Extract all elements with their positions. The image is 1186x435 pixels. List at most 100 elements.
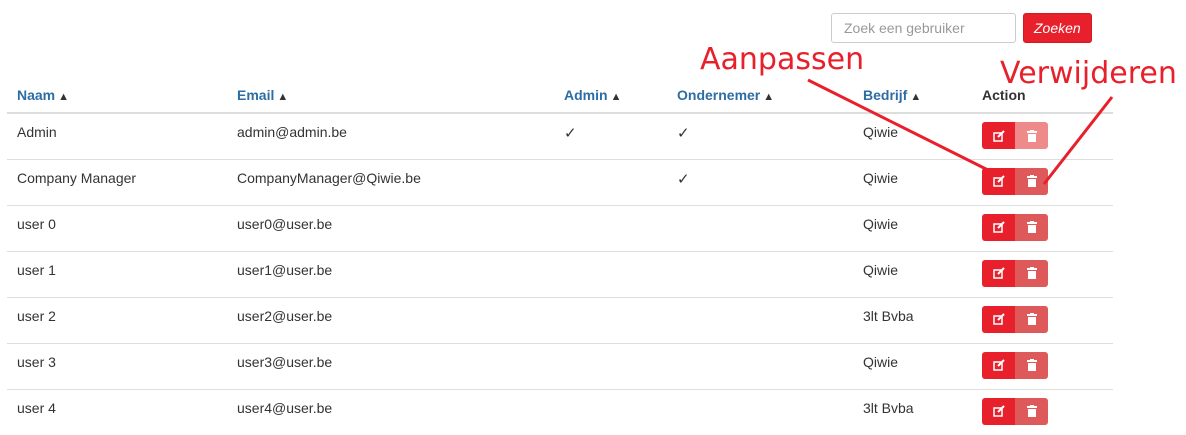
cell-action <box>972 250 1113 297</box>
edit-icon <box>992 405 1005 417</box>
cell-action <box>972 113 1113 159</box>
table-header-row: Naam ▲︎ Email ▲︎ Admin ▲︎ Ondernemer ▲︎ Bedr… <box>7 78 1113 114</box>
cell-email: user3@user.be <box>227 342 554 389</box>
delete-button[interactable] <box>1015 305 1048 333</box>
trash-icon <box>1026 405 1037 417</box>
search-input[interactable] <box>831 13 1016 43</box>
cell-bedrijf: Qiwie <box>853 204 972 251</box>
cell-email: admin@admin.be <box>237 124 347 140</box>
edit-button[interactable] <box>982 305 1015 333</box>
cell-ondernemer <box>667 204 853 251</box>
action-buttons <box>982 258 1048 287</box>
cell-bedrijf: Qiwie <box>853 250 972 297</box>
delete-button[interactable] <box>1015 259 1048 287</box>
cell-admin <box>554 158 667 205</box>
edit-icon <box>992 359 1005 371</box>
cell-action <box>972 158 1113 205</box>
cell-email: user1@user.be <box>227 250 554 297</box>
cell-ondernemer <box>667 250 853 297</box>
table-row: user 4 user4@user.be 3lt Bvba <box>7 388 1113 435</box>
edit-button[interactable] <box>982 397 1015 425</box>
table-row: user 2 user2@user.be 3lt Bvba <box>7 296 1113 343</box>
action-buttons <box>982 350 1048 379</box>
cell-ondernemer: ✓ <box>677 125 690 142</box>
trash-icon <box>1026 221 1037 233</box>
cell-name: user 1 <box>7 250 227 297</box>
column-header-ondernemer[interactable]: Ondernemer ▲︎ <box>667 78 853 114</box>
cell-name: user 2 <box>7 296 227 343</box>
cell-name: Company Manager <box>7 158 227 205</box>
edit-icon <box>992 313 1005 325</box>
table-row: Admin admin@admin.be ✓ ✓ Qiwie <box>7 113 1113 159</box>
cell-action <box>972 296 1113 343</box>
trash-icon <box>1026 359 1037 371</box>
cell-bedrijf: Qiwie <box>853 342 972 389</box>
edit-annotation-label: Aanpassen <box>700 42 865 77</box>
cell-ondernemer <box>667 388 853 435</box>
cell-name: Admin <box>17 124 57 140</box>
users-table: Naam ▲︎ Email ▲︎ Admin ▲︎ Ondernemer ▲︎ Bedr… <box>7 78 1113 435</box>
delete-button[interactable] <box>1015 167 1048 195</box>
delete-button[interactable] <box>1015 213 1048 241</box>
cell-name: user 0 <box>7 204 227 251</box>
table-row: user 3 user3@user.be Qiwie <box>7 342 1113 389</box>
trash-icon <box>1026 313 1037 325</box>
edit-button[interactable] <box>982 167 1015 195</box>
column-header-email[interactable]: Email ▲︎ <box>227 78 554 114</box>
sort-icon: ▲︎ <box>277 91 289 103</box>
column-header-admin[interactable]: Admin ▲︎ <box>554 78 667 114</box>
cell-action <box>972 204 1113 251</box>
edit-button[interactable] <box>982 351 1015 379</box>
cell-name: user 4 <box>7 388 227 435</box>
action-buttons <box>982 304 1048 333</box>
sort-icon: ▲︎ <box>763 91 775 103</box>
cell-admin: ✓ <box>564 125 577 142</box>
action-buttons <box>982 396 1048 425</box>
edit-button[interactable] <box>982 213 1015 241</box>
cell-email: user2@user.be <box>227 296 554 343</box>
table-row: Company Manager CompanyManager@Qiwie.be ✓ Q… <box>7 158 1113 205</box>
cell-bedrijf: Qiwie <box>863 124 899 140</box>
action-buttons <box>982 120 1048 149</box>
cell-action <box>972 388 1113 435</box>
edit-icon <box>992 267 1005 279</box>
cell-action <box>972 342 1113 389</box>
column-header-bedrijf[interactable]: Bedrijf ▲︎ <box>853 78 972 114</box>
delete-button[interactable] <box>1015 122 1048 149</box>
cell-bedrijf: 3lt Bvba <box>853 296 972 343</box>
cell-bedrijf: Qiwie <box>853 158 972 205</box>
cell-admin <box>554 250 667 297</box>
delete-button[interactable] <box>1015 351 1048 379</box>
sort-icon: ▲︎ <box>58 91 70 103</box>
cell-ondernemer: ✓ <box>667 158 853 205</box>
cell-ondernemer <box>667 342 853 389</box>
cell-bedrijf: 3lt Bvba <box>853 388 972 435</box>
column-header-naam[interactable]: Naam ▲︎ <box>7 78 227 114</box>
edit-button[interactable] <box>982 259 1015 287</box>
edit-icon <box>992 129 1005 142</box>
trash-icon <box>1026 175 1037 187</box>
search-button[interactable]: Zoeken <box>1023 13 1092 43</box>
sort-icon: ▲︎ <box>610 91 622 103</box>
cell-admin <box>554 342 667 389</box>
cell-email: CompanyManager@Qiwie.be <box>227 158 554 205</box>
action-buttons <box>982 166 1048 195</box>
cell-email: user0@user.be <box>227 204 554 251</box>
edit-icon <box>992 221 1005 233</box>
cell-admin <box>554 296 667 343</box>
delete-annotation-label: Verwijderen <box>1000 56 1177 91</box>
action-buttons <box>982 212 1048 241</box>
cell-name: user 3 <box>7 342 227 389</box>
cell-email: user4@user.be <box>227 388 554 435</box>
table-row: user 0 user0@user.be Qiwie <box>7 204 1113 251</box>
edit-button[interactable] <box>982 122 1015 149</box>
edit-icon <box>992 175 1005 187</box>
delete-button[interactable] <box>1015 397 1048 425</box>
cell-ondernemer <box>667 296 853 343</box>
sort-icon: ▲︎ <box>910 91 922 103</box>
trash-icon <box>1026 267 1037 279</box>
table-row: user 1 user1@user.be Qiwie <box>7 250 1113 297</box>
search-bar: Zoeken <box>831 13 1092 43</box>
cell-admin <box>554 204 667 251</box>
cell-admin <box>554 388 667 435</box>
